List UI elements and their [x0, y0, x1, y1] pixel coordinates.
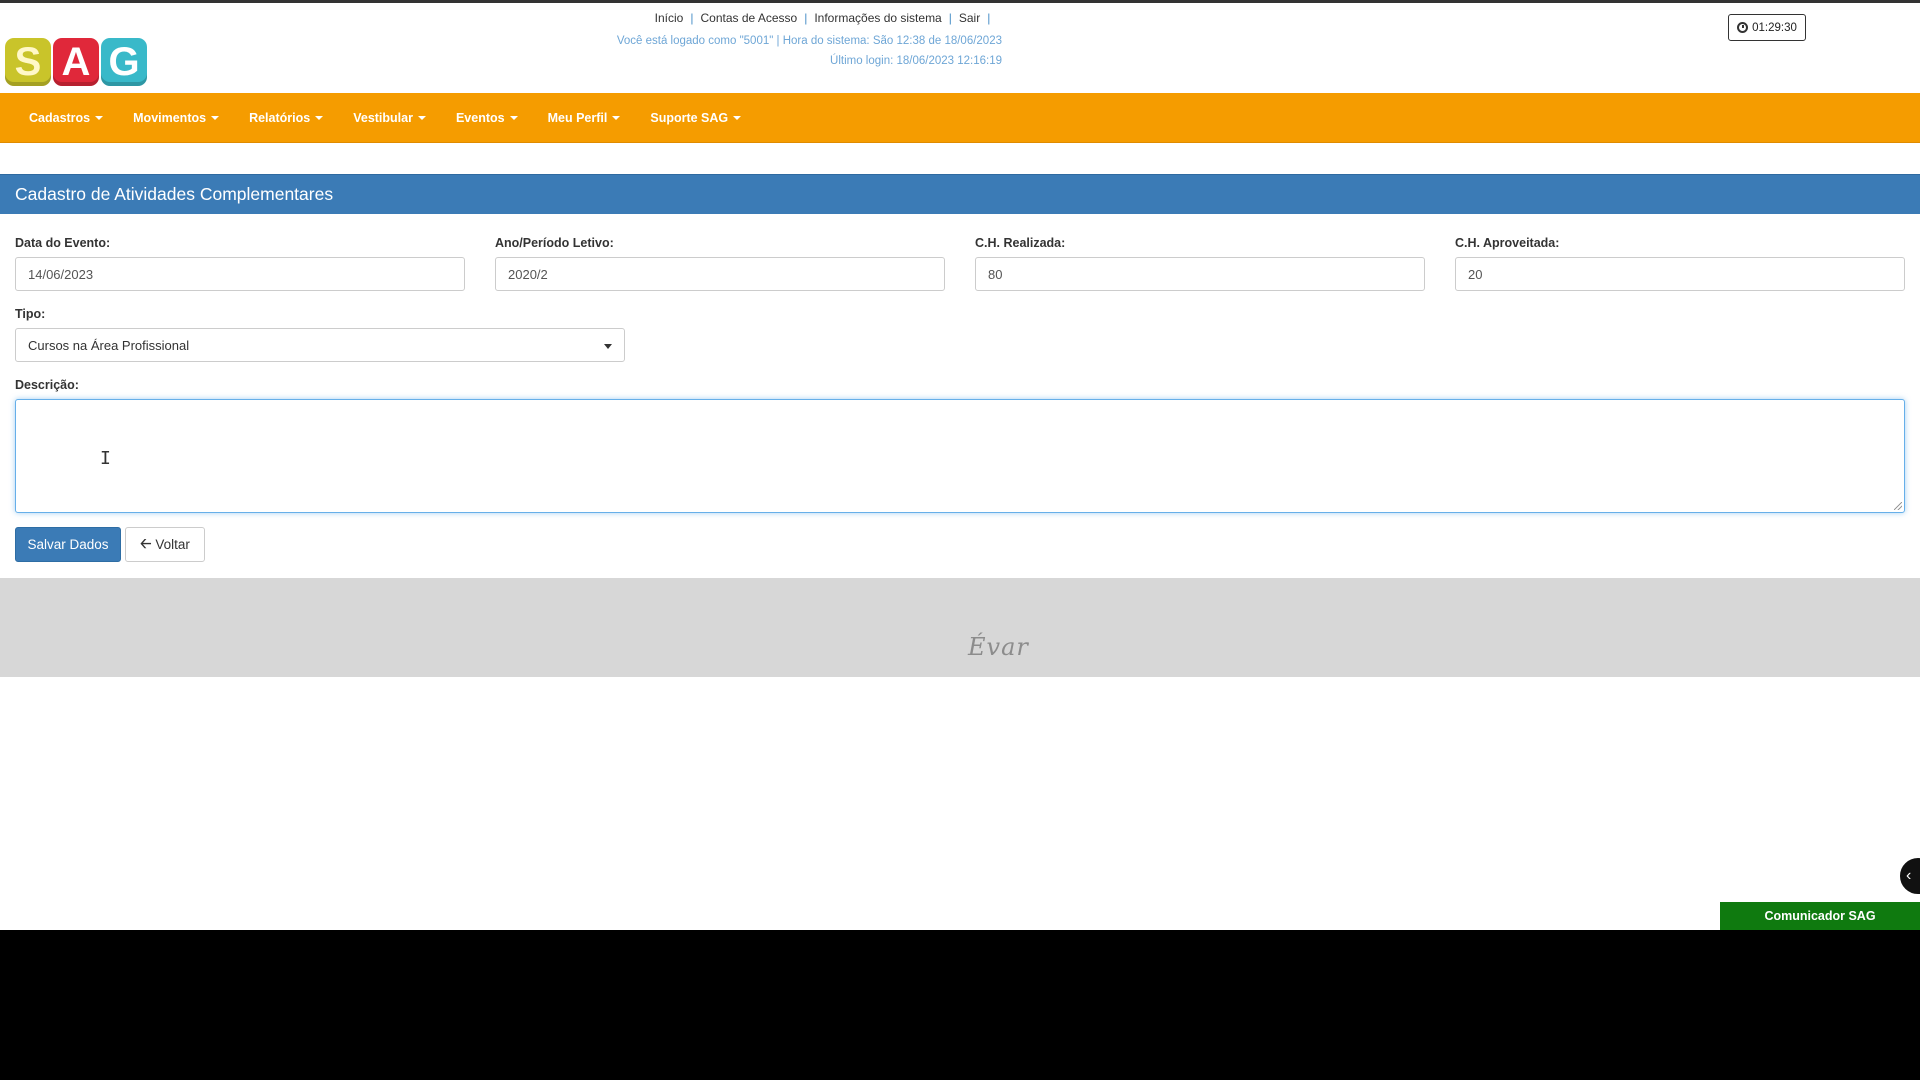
nav-label: Eventos — [455, 110, 505, 125]
app-window: S A G Início | Contas de Acesso | Informaçõe… — [0, 0, 1920, 930]
nav-suporte-sag[interactable]: Suporte SAG — [650, 110, 742, 125]
tipo-selected-value: Cursos na Área Profissional — [28, 337, 190, 353]
top-border — [0, 0, 1920, 3]
descricao-textarea[interactable] — [15, 399, 1905, 513]
page-title: Cadastro de Atividades Complementares — [0, 174, 1920, 214]
label-ch-aproveitada: C.H. Aproveitada: — [1455, 236, 1560, 250]
back-button-label: Voltar — [155, 537, 190, 552]
data-do-evento-input[interactable]: 14/06/2023 — [15, 257, 465, 291]
top-links: Início | Contas de Acesso | Informações do s… — [650, 11, 1002, 25]
nav-label: Meu Perfil — [547, 110, 608, 125]
chevron-down-icon — [604, 344, 612, 349]
caret-down-icon — [733, 115, 742, 120]
footer — [0, 578, 1920, 677]
caret-down-icon — [95, 115, 104, 120]
last-login-text: Último login: 18/06/2023 12:16:19 — [830, 55, 1002, 67]
back-button[interactable]: 🡠 Voltar — [125, 527, 205, 562]
caret-down-icon — [612, 115, 621, 120]
ch-realizada-input[interactable]: 80 — [975, 257, 1425, 291]
arrow-left-icon: 🡠 — [140, 534, 152, 551]
nav-movimentos[interactable]: Movimentos — [133, 110, 220, 125]
link-informacoes-do-sistema[interactable]: Informações do sistema — [814, 11, 941, 25]
logo-letter-s: S — [5, 38, 51, 86]
nav-label: Cadastros — [29, 110, 91, 125]
login-status-text: Você está logado como "5001" | Hora do s… — [616, 35, 1002, 47]
nav-eventos[interactable]: Eventos — [456, 111, 518, 125]
ano-periodo-letivo-input[interactable]: 2020/2 — [495, 257, 945, 291]
caret-down-icon — [315, 115, 324, 120]
label-descricao: Descrição: — [15, 378, 79, 392]
login-info: Você está logado como "5001" | Hora do s… — [617, 31, 1002, 71]
nav-label: Suporte SAG — [650, 110, 729, 125]
link-sair[interactable]: Sair — [959, 11, 980, 25]
separator: | — [987, 11, 991, 25]
nav-meu-perfil[interactable]: Meu Perfil — [548, 111, 621, 125]
logo-letter-g: G — [101, 38, 147, 86]
nav-relatorios[interactable]: Relatórios — [249, 110, 324, 125]
nav-label: Vestibular — [353, 110, 413, 125]
clock-icon — [1737, 22, 1749, 33]
text-cursor-icon: I — [100, 448, 111, 469]
caret-down-icon — [211, 115, 220, 120]
resize-handle-icon[interactable] — [1894, 502, 1902, 510]
nav-label: Movimentos — [133, 110, 207, 125]
separator: | — [690, 11, 694, 25]
label-ch-realizada: C.H. Realizada: — [975, 236, 1066, 250]
nav-cadastros[interactable]: Cadastros — [29, 110, 104, 125]
comunicador-sag-button[interactable]: Comunicador SAG — [1720, 902, 1920, 930]
nav-vestibular[interactable]: Vestibular — [353, 111, 426, 125]
separator: | — [948, 11, 952, 25]
nav-label: Relatórios — [249, 110, 311, 125]
tipo-select[interactable]: Cursos na Área Profissional — [15, 328, 625, 362]
label-tipo: Tipo: — [15, 307, 46, 321]
logo-letter-a: A — [53, 38, 99, 86]
session-timer-value: 01:29:30 — [1752, 21, 1797, 34]
save-button[interactable]: Salvar Dados — [15, 527, 121, 562]
label-data-do-evento: Data do Evento: — [15, 236, 111, 250]
link-contas-de-acesso[interactable]: Contas de Acesso — [700, 11, 797, 25]
separator: | — [804, 11, 808, 25]
session-timer: 01:29:30 — [1728, 14, 1806, 41]
chevron-left-icon[interactable]: ‹ — [1898, 856, 1920, 896]
caret-down-icon — [509, 115, 518, 120]
sag-logo[interactable]: S A G — [5, 38, 147, 86]
label-ano-periodo-letivo: Ano/Período Letivo: — [495, 236, 614, 250]
link-inicio[interactable]: Início — [655, 11, 684, 25]
footer-logo: Évar — [968, 633, 1029, 661]
main-navbar: Cadastros Movimentos Relatórios Vestibul… — [0, 93, 1920, 143]
caret-down-icon — [417, 115, 426, 120]
ch-aproveitada-input[interactable]: 20 — [1455, 257, 1905, 291]
